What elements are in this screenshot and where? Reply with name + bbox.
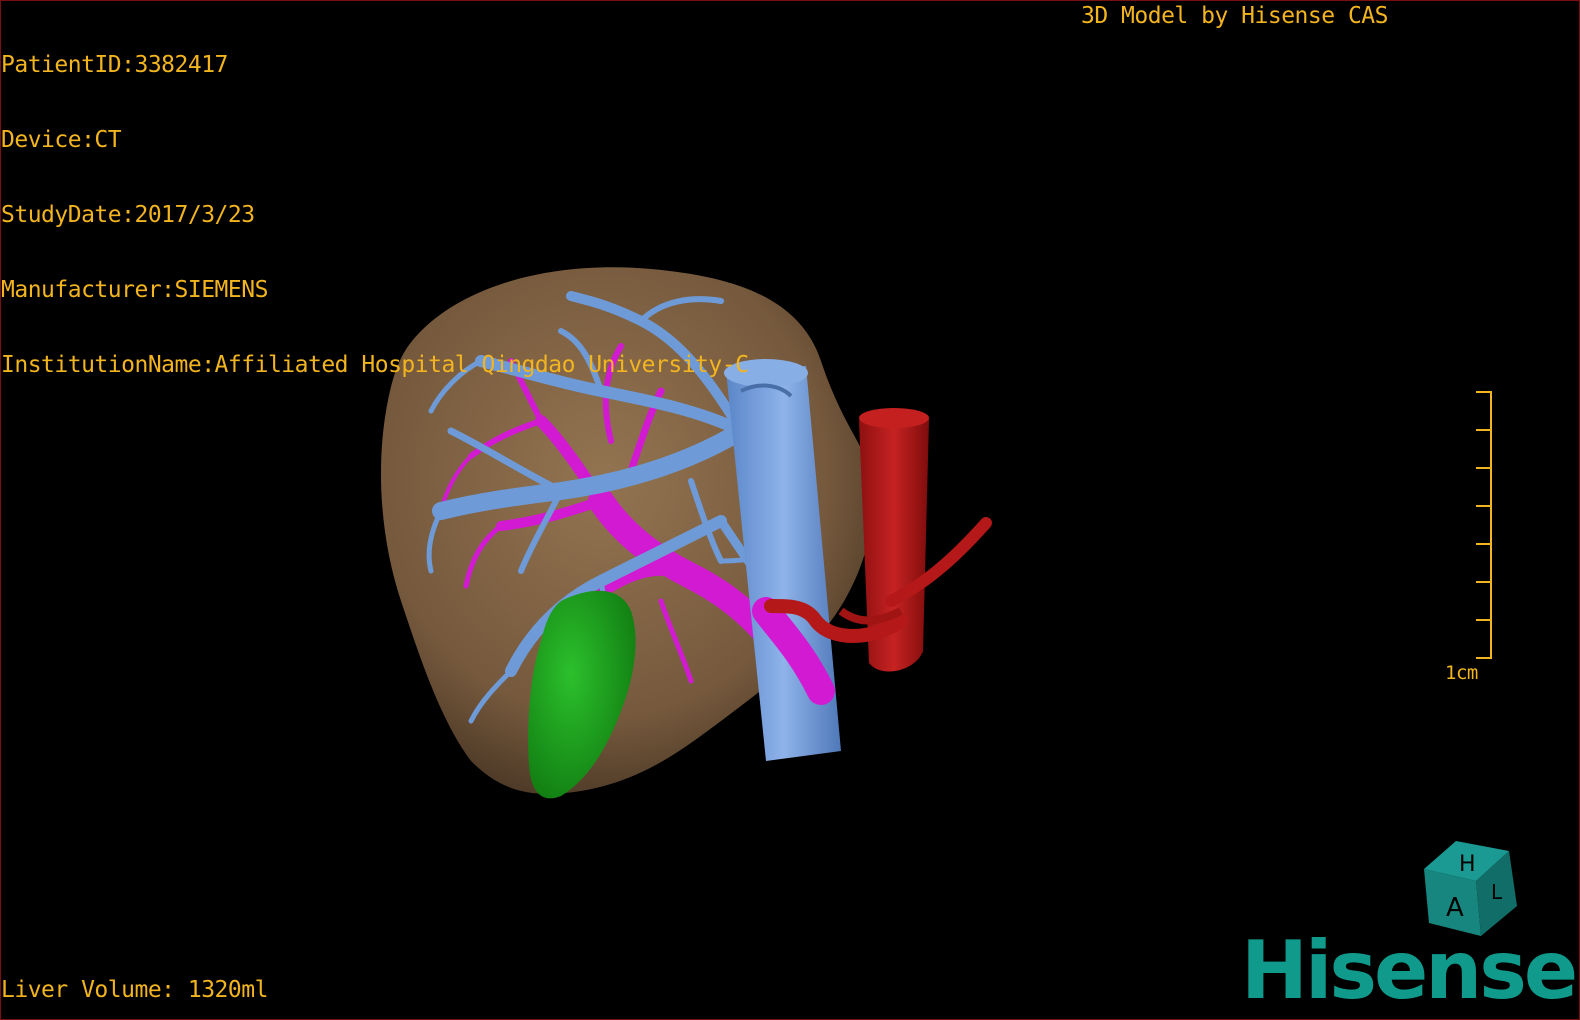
manufacturer-label: Manufacturer:SIEMENS bbox=[1, 277, 268, 303]
scale-bar bbox=[1476, 391, 1492, 659]
3d-viewport[interactable]: H A L PatientID:3382417 Device:CT StudyD… bbox=[0, 0, 1580, 1020]
model-credit-label: 3D Model by Hisense CAS bbox=[1081, 3, 1389, 29]
cube-face-side: L bbox=[1491, 880, 1503, 904]
institution-label: InstitutionName:Affiliated Hospital Qing… bbox=[1, 352, 749, 378]
patient-id-label: PatientID:3382417 bbox=[1, 52, 228, 78]
cube-face-top: H bbox=[1459, 852, 1476, 877]
device-label: Device:CT bbox=[1, 127, 122, 153]
scale-bar-label: 1cm bbox=[1445, 662, 1478, 684]
dicom-info-panel: PatientID:3382417 Device:CT StudyDate:20… bbox=[1, 3, 749, 428]
hisense-logo: Hisense bbox=[1241, 924, 1578, 1017]
cube-face-front: A bbox=[1446, 893, 1464, 923]
liver-volume-label: Liver Volume: 1320ml bbox=[1, 977, 268, 1003]
study-date-label: StudyDate:2017/3/23 bbox=[1, 202, 255, 228]
orientation-cube-icon[interactable]: H A L bbox=[1424, 841, 1517, 936]
